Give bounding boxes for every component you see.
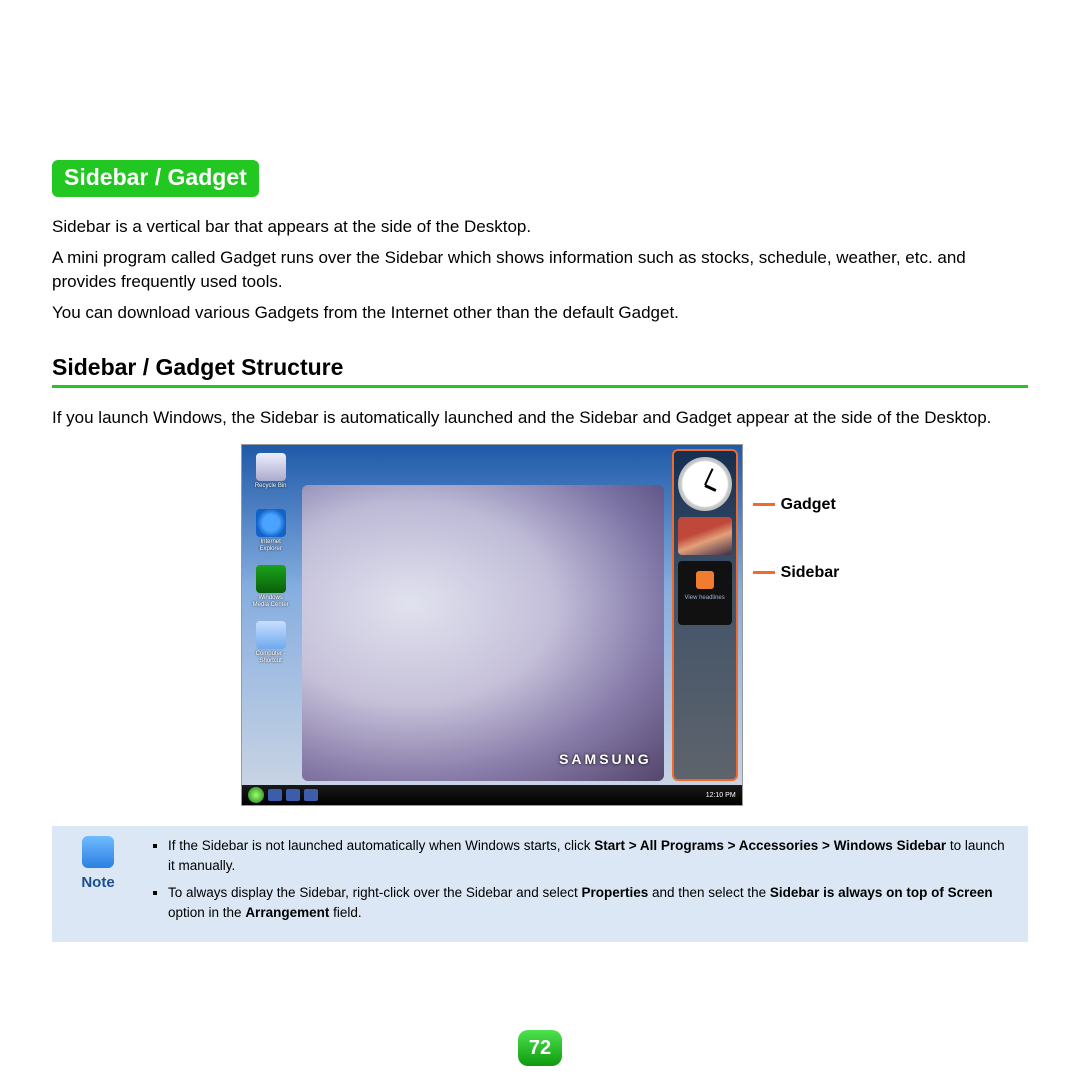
callout-sidebar: Sidebar [753,564,840,582]
desktop-icon-computer: Computer - Shortcut [250,621,292,671]
note-item: To always display the Sidebar, right-cli… [168,883,1014,922]
desktop-icon-recycle-bin: Recycle Bin [250,453,292,503]
windows-media-center-icon [256,565,286,593]
taskbar-item [268,789,282,801]
internet-explorer-icon [256,509,286,537]
taskbar-clock: 12:10 PM [706,792,736,799]
intro-paragraph: A mini program called Gadget runs over t… [52,246,1028,295]
clock-gadget-icon [678,457,732,511]
subsection-text: If you launch Windows, the Sidebar is au… [52,406,1028,431]
recycle-bin-icon [256,453,286,481]
note-box: Note If the Sidebar is not launched auto… [52,826,1028,942]
note-icon [82,836,114,868]
intro-paragraph: You can download various Gadgets from th… [52,301,1028,326]
start-button-icon [248,787,264,803]
wallpaper-art [302,485,664,781]
figure: Recycle Bin Internet Explorer Windows Me… [52,444,1028,806]
taskbar: 12:10 PM [242,785,742,805]
computer-icon [256,621,286,649]
rss-icon [696,571,714,589]
desktop-screenshot: Recycle Bin Internet Explorer Windows Me… [241,444,743,806]
taskbar-item [304,789,318,801]
page-number: 72 [518,1030,562,1066]
desktop-icon-wmc: Windows Media Center [250,565,292,615]
slideshow-gadget-icon [678,517,732,555]
desktop-icon-ie: Internet Explorer [250,509,292,559]
taskbar-item [286,789,300,801]
section-title-badge: Sidebar / Gadget [52,160,259,197]
callout-gadget: Gadget [753,496,840,514]
intro-paragraph: Sidebar is a vertical bar that appears a… [52,215,1028,240]
wallpaper-brand: SAMSUNG [559,751,652,767]
note-label: Note [70,874,126,891]
feed-gadget: View headlines [678,561,732,625]
windows-sidebar: View headlines [672,449,738,781]
note-item: If the Sidebar is not launched automatic… [168,836,1014,875]
subsection-heading: Sidebar / Gadget Structure [52,354,1028,388]
